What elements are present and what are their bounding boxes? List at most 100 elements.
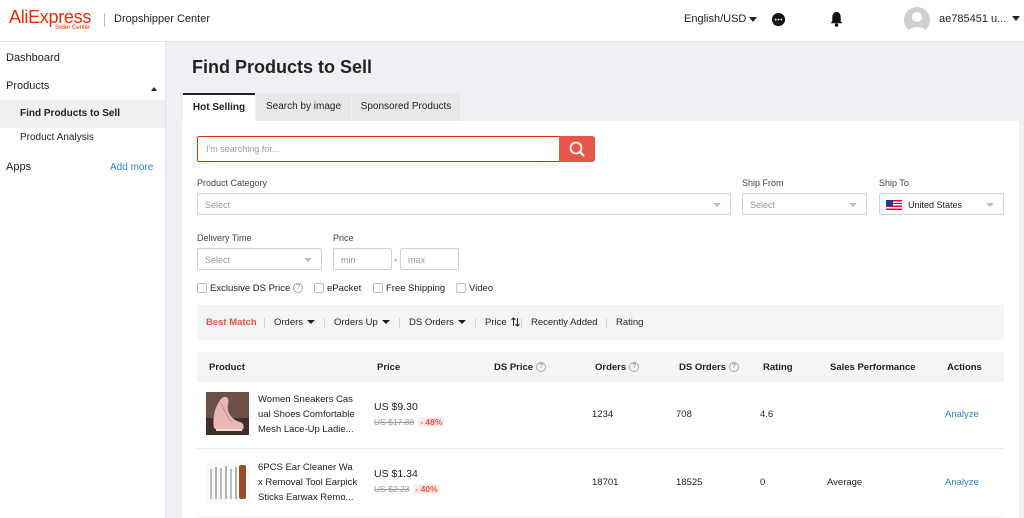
app-title: Dropshipper Center bbox=[114, 13, 210, 25]
col-orders-label: Orders bbox=[595, 362, 627, 373]
sort-ds-orders[interactable]: DS Orders bbox=[409, 317, 466, 328]
sort-divider bbox=[324, 318, 325, 328]
product-image[interactable] bbox=[206, 392, 249, 435]
help-icon[interactable]: ? bbox=[536, 362, 547, 373]
ds-orders-value: 18525 bbox=[676, 477, 703, 488]
tab-search-by-image[interactable]: Search by image bbox=[256, 93, 351, 121]
ship-to-select[interactable]: United States bbox=[879, 193, 1004, 215]
product-name-line: Mesh Lace-Up Ladie... bbox=[258, 424, 354, 435]
page-title: Find Products to Sell bbox=[192, 57, 373, 77]
help-icon[interactable]: ? bbox=[293, 283, 304, 294]
price-original-and-discount: US $17.88- 48% bbox=[374, 417, 445, 428]
select-value: Select bbox=[205, 255, 231, 265]
sort-orders[interactable]: Orders bbox=[274, 317, 316, 328]
bell-icon[interactable] bbox=[829, 11, 844, 27]
language-label: English/USD bbox=[684, 13, 747, 25]
product-name[interactable]: 6PCS Ear Cleaner Wa x Removal Tool Earpi… bbox=[258, 460, 358, 505]
logo-text: AliExpress bbox=[9, 7, 92, 27]
aliexpress-logo[interactable]: AliExpress Seller Center bbox=[9, 7, 92, 31]
product-image[interactable] bbox=[206, 461, 249, 504]
sort-divider bbox=[475, 318, 476, 328]
tab-sponsored-products[interactable]: Sponsored Products bbox=[352, 93, 460, 121]
video-label[interactable]: Video bbox=[469, 283, 493, 294]
sort-best-match[interactable]: Best Match bbox=[206, 317, 257, 328]
chat-icon[interactable] bbox=[771, 12, 786, 27]
table-header: Product Price DS Price? Orders? DS Order… bbox=[197, 352, 1004, 382]
col-rating: Rating bbox=[763, 362, 793, 373]
top-bar: AliExpress Seller Center Dropshipper Cen… bbox=[0, 0, 1024, 42]
help-icon[interactable]: ? bbox=[729, 362, 739, 373]
chevron-down-icon bbox=[849, 203, 857, 207]
sort-icon bbox=[511, 317, 521, 328]
sort-label: Price bbox=[485, 317, 507, 328]
chevron-up-icon bbox=[151, 87, 157, 91]
sort-divider bbox=[521, 318, 522, 328]
table-row[interactable]: 6PCS Ear Cleaner Wa x Removal Tool Earpi… bbox=[197, 450, 1004, 517]
delivery-time-label: Delivery Time bbox=[197, 233, 252, 243]
username[interactable]: ae785451 u... bbox=[939, 13, 1006, 25]
free-shipping-checkbox[interactable] bbox=[373, 283, 383, 293]
help-icon[interactable]: ? bbox=[629, 362, 640, 373]
product-name-line: Women Sneakers Cas bbox=[258, 394, 353, 405]
price-min-placeholder: min bbox=[341, 255, 356, 265]
free-shipping-label[interactable]: Free Shipping bbox=[386, 283, 445, 294]
sort-price[interactable]: Price bbox=[485, 317, 521, 328]
search-icon bbox=[569, 141, 585, 157]
product-name-line: 6PCS Ear Cleaner Wa bbox=[258, 462, 353, 473]
col-orders: Orders? bbox=[595, 362, 640, 373]
analyze-link[interactable]: Analyze bbox=[945, 409, 979, 420]
rating-value: 0 bbox=[760, 477, 766, 488]
ear-cleaner-product-thumbnail bbox=[206, 461, 249, 504]
logo-subtext: Seller Center bbox=[55, 25, 91, 31]
user-menu-chevron-icon[interactable] bbox=[1012, 16, 1020, 21]
language-selector[interactable]: English/USD bbox=[684, 13, 758, 25]
product-name-line: x Removal Tool Earpick bbox=[258, 477, 358, 488]
delivery-time-select[interactable]: Select bbox=[197, 248, 322, 270]
sidebar-item-dashboard[interactable]: Dashboard bbox=[0, 52, 165, 68]
sidebar-item-find-products[interactable]: Find Products to Sell bbox=[0, 100, 165, 128]
sidebar-item-products[interactable]: Products bbox=[0, 78, 165, 98]
product-price: US $9.30 bbox=[374, 401, 418, 413]
exclusive-ds-price-checkbox[interactable] bbox=[197, 283, 207, 293]
chevron-down-icon bbox=[986, 203, 994, 207]
product-name-line: Sticks Earwax Remo... bbox=[258, 492, 354, 503]
search-placeholder: I'm searching for... bbox=[206, 144, 280, 154]
sidebar-item-label: Products bbox=[6, 80, 50, 92]
add-more-link[interactable]: Add more bbox=[110, 162, 153, 173]
sort-orders-up[interactable]: Orders Up bbox=[334, 317, 390, 328]
sidebar-item-product-analysis[interactable]: Product Analysis bbox=[0, 132, 165, 148]
sort-bar: Best Match Orders Orders Up DS Orders Pr… bbox=[197, 305, 1004, 340]
col-ds-price-label: DS Price bbox=[494, 362, 534, 373]
col-ds-orders: DS Orders? bbox=[679, 362, 739, 373]
price-original-and-discount: US $2.23- 40% bbox=[374, 484, 440, 495]
product-category-select[interactable]: Select bbox=[197, 193, 731, 215]
search-input[interactable]: I'm searching for... bbox=[197, 136, 560, 162]
ship-from-label: Ship From bbox=[742, 178, 784, 188]
epacket-label[interactable]: ePacket bbox=[327, 283, 361, 294]
chevron-down-icon bbox=[304, 258, 312, 262]
col-ds-price: DS Price? bbox=[494, 362, 547, 373]
sort-label: Orders Up bbox=[334, 317, 378, 328]
price-max-input[interactable]: max bbox=[400, 248, 459, 270]
col-product: Product bbox=[209, 362, 245, 373]
discount-badge: - 40% bbox=[413, 484, 440, 494]
video-checkbox[interactable] bbox=[456, 283, 466, 293]
epacket-checkbox[interactable] bbox=[314, 283, 324, 293]
table-row[interactable]: Women Sneakers Cas ual Shoes Comfortable… bbox=[197, 382, 1004, 449]
us-flag-icon bbox=[886, 200, 902, 210]
exclusive-ds-price-option[interactable]: Exclusive DS Price? bbox=[210, 283, 304, 294]
analyze-link[interactable]: Analyze bbox=[945, 477, 979, 488]
logo-divider bbox=[104, 13, 105, 27]
user-avatar-icon bbox=[907, 12, 927, 33]
price-min-input[interactable]: min bbox=[333, 248, 392, 270]
sort-recently-added[interactable]: Recently Added bbox=[531, 317, 598, 328]
ship-from-select[interactable]: Select bbox=[742, 193, 867, 215]
rating-value: 4.6 bbox=[760, 409, 774, 420]
tab-hot-selling[interactable]: Hot Selling bbox=[183, 93, 255, 121]
sort-divider bbox=[399, 318, 400, 328]
avatar[interactable] bbox=[904, 7, 930, 33]
ds-orders-value: 708 bbox=[676, 409, 692, 420]
product-name[interactable]: Women Sneakers Cas ual Shoes Comfortable… bbox=[258, 392, 358, 437]
sort-rating[interactable]: Rating bbox=[616, 317, 643, 328]
search-button[interactable] bbox=[559, 136, 595, 162]
